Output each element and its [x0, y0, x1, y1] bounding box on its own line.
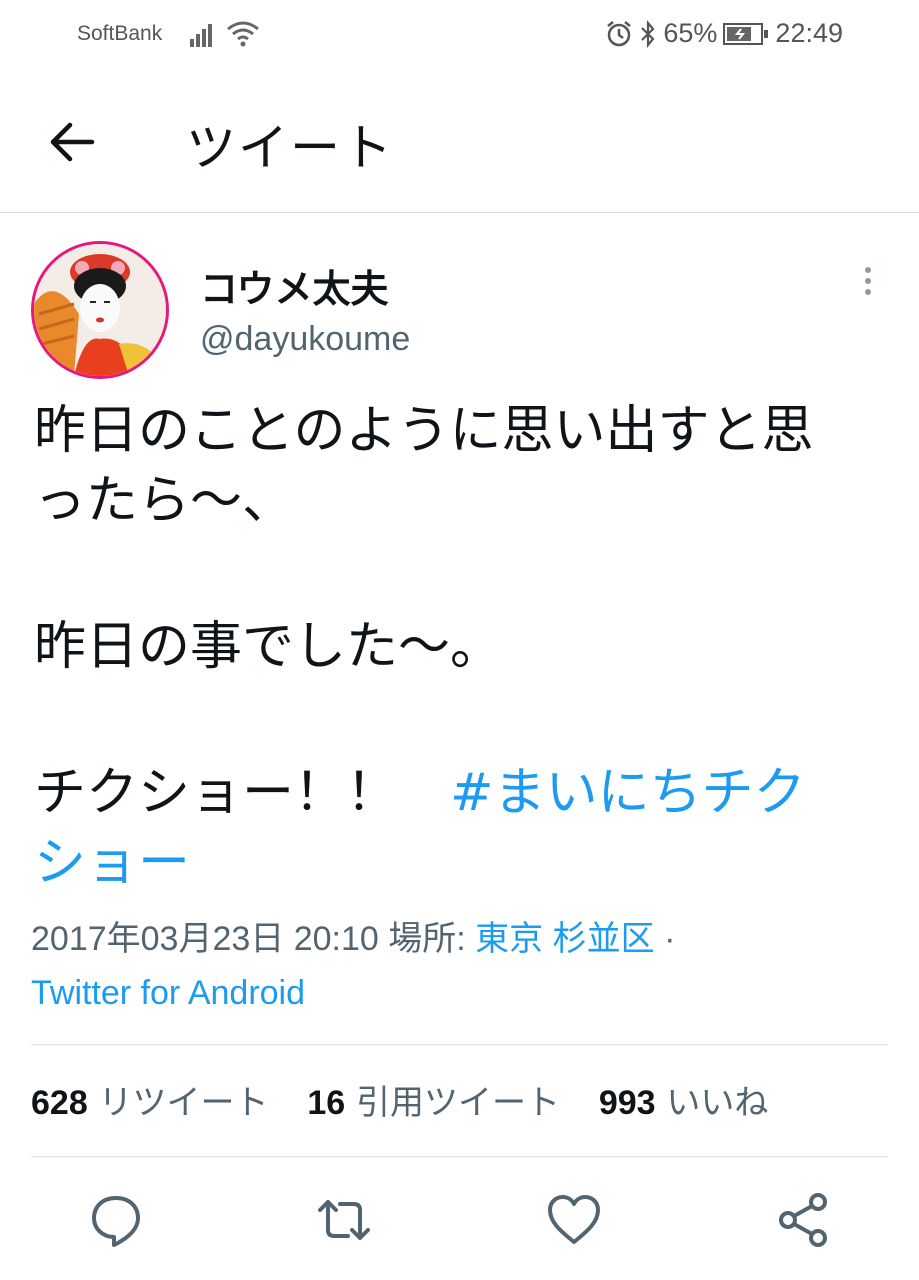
- tweet-meta: 2017年03月23日 20:10 場所: 東京 杉並区 · Twitter f…: [31, 912, 891, 1020]
- source-link[interactable]: Twitter for Android: [31, 974, 305, 1012]
- hashtag-text[interactable]: #まいにちチク: [450, 763, 806, 823]
- page-title: ツイート: [186, 119, 394, 177]
- wifi-icon: [227, 21, 259, 47]
- hashtag-link[interactable]: #まいにちチク: [450, 763, 806, 823]
- battery-percent: 65%: [663, 18, 718, 48]
- battery-icon: [723, 22, 769, 45]
- quotes-stat[interactable]: 16 引用ツイート: [307, 1075, 560, 1124]
- retweet-icon[interactable]: [314, 1190, 374, 1250]
- retweets-label: リツイート: [98, 1083, 269, 1123]
- hashtag-link-continued[interactable]: ショー: [34, 833, 190, 893]
- quotes-label: 引用ツイート: [356, 1083, 560, 1123]
- retweets-stat[interactable]: 628 リツイート: [31, 1075, 269, 1124]
- carrier-label: SoftBank: [77, 22, 163, 45]
- top-app-bar: ツイート: [0, 72, 919, 213]
- tweet-text: 昨日のことのように思い出すと思 ったら〜、 昨日の事でした〜。 チクショー！！ …: [34, 396, 894, 898]
- more-vertical-icon[interactable]: [858, 264, 878, 304]
- avatar-image: [34, 244, 166, 376]
- engagement-stats: 628 リツイート 16 引用ツイート 993 いいね: [31, 1075, 796, 1124]
- action-bar: [0, 1190, 919, 1250]
- avatar[interactable]: [31, 241, 169, 379]
- timestamp: 2017年03月23日 20:10: [31, 920, 379, 958]
- tweet-line: 昨日の事でした〜。: [34, 617, 503, 677]
- location-link[interactable]: 東京 杉並区: [475, 920, 654, 958]
- meta-separator: ·: [664, 920, 676, 958]
- likes-count: 993: [598, 1084, 656, 1122]
- bluetooth-icon: [641, 19, 655, 48]
- tweet-line: チクショー！！: [34, 763, 451, 823]
- like-icon[interactable]: [544, 1190, 604, 1250]
- clock: 22:49: [775, 18, 843, 48]
- status-bar: SoftBank 65% 22:49: [0, 0, 919, 72]
- divider: [31, 1044, 888, 1045]
- likes-label: いいね: [666, 1083, 769, 1123]
- quotes-count: 16: [307, 1084, 346, 1122]
- author-display-name[interactable]: コウメ太夫: [200, 258, 388, 313]
- signal-icon: [190, 24, 212, 47]
- divider: [31, 1156, 888, 1157]
- tweet-line: 昨日のことのように思い出すと思: [34, 401, 814, 461]
- reply-icon[interactable]: [86, 1190, 146, 1250]
- tweet-line-last: チクショー！！ #まいにちチク: [34, 758, 894, 828]
- author-handle[interactable]: @dayukoume: [200, 320, 410, 359]
- retweets-count: 628: [31, 1084, 88, 1122]
- likes-stat[interactable]: 993 いいね: [599, 1075, 769, 1124]
- share-icon[interactable]: [774, 1190, 834, 1250]
- location-label: 場所:: [388, 920, 466, 958]
- tweet-line: ったら〜、: [34, 471, 295, 531]
- back-arrow-icon[interactable]: [48, 120, 96, 164]
- alarm-icon: [607, 20, 632, 46]
